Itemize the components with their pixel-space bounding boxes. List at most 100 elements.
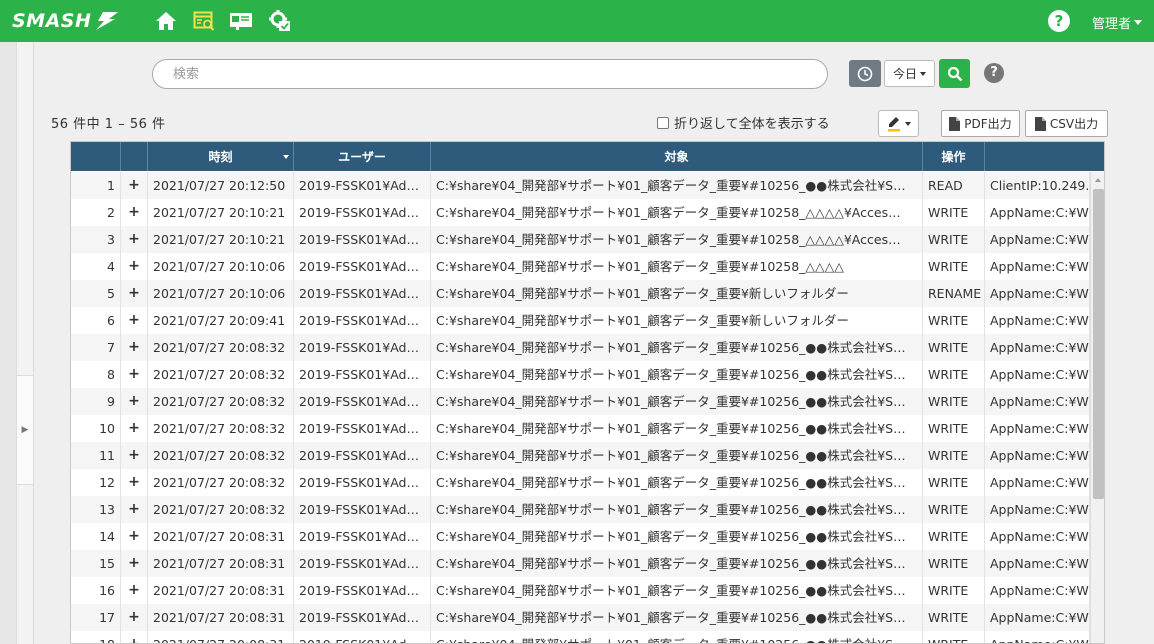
- table-row[interactable]: 3 +2021/07/27 20:10:21 2019-FSSK01¥Ad… C:¥s…: [71, 226, 1090, 253]
- id-card-icon[interactable]: [229, 9, 253, 33]
- row-number: 14: [71, 523, 121, 550]
- csv-export-button[interactable]: CSV出力: [1025, 110, 1108, 137]
- expand-row-icon[interactable]: +: [121, 469, 148, 496]
- table-row[interactable]: 13 +2021/07/27 20:08:32 2019-FSSK01¥Ad… C:¥…: [71, 496, 1090, 523]
- scroll-up-icon[interactable]: [1095, 178, 1101, 182]
- user-menu[interactable]: 管理者: [1092, 13, 1143, 32]
- sort-down-icon[interactable]: [283, 155, 289, 159]
- cell-detail: AppName:C:¥W: [985, 253, 1090, 280]
- table-row[interactable]: 5 +2021/07/27 20:10:06 2019-FSSK01¥Ad… C:¥s…: [71, 280, 1090, 307]
- table-row[interactable]: 7 +2021/07/27 20:08:32 2019-FSSK01¥Ad… C:¥s…: [71, 334, 1090, 361]
- cell-time: 2021/07/27 20:10:21: [148, 199, 294, 226]
- cell-detail: AppName:C:¥W: [985, 361, 1090, 388]
- date-range-select[interactable]: 今日: [884, 60, 935, 87]
- highlighter-icon: [887, 116, 900, 131]
- cell-operation: WRITE: [923, 199, 985, 226]
- row-number: 18: [71, 631, 121, 643]
- cell-detail: AppName:C:¥W: [985, 226, 1090, 253]
- column-header-detail[interactable]: [985, 142, 1104, 171]
- help-icon[interactable]: ?: [1048, 10, 1070, 32]
- column-header-user[interactable]: ユーザー: [294, 142, 431, 171]
- cell-time: 2021/07/27 20:10:21: [148, 226, 294, 253]
- expand-row-icon[interactable]: +: [121, 415, 148, 442]
- search-button[interactable]: [939, 59, 970, 88]
- wrap-text-label: 折り返して全体を表示する: [674, 117, 830, 132]
- cell-detail: AppName:C:¥W: [985, 496, 1090, 523]
- expand-row-icon[interactable]: +: [121, 577, 148, 604]
- table-row[interactable]: 6 +2021/07/27 20:09:41 2019-FSSK01¥Ad… C:¥s…: [71, 307, 1090, 334]
- settings-check-icon[interactable]: [268, 9, 292, 33]
- cell-target: C:¥share¥04_開発部¥サポート¥01_顧客データ_重要¥#10256_…: [431, 577, 923, 604]
- smash-logo[interactable]: SMASH: [12, 8, 119, 34]
- expand-row-icon[interactable]: +: [121, 226, 148, 253]
- cell-time: 2021/07/27 20:08:32: [148, 334, 294, 361]
- table-row[interactable]: 12 +2021/07/27 20:08:32 2019-FSSK01¥Ad… C:¥…: [71, 469, 1090, 496]
- highlight-button[interactable]: [878, 110, 919, 137]
- expand-row-icon[interactable]: +: [121, 604, 148, 631]
- table-row[interactable]: 16 +2021/07/27 20:08:31 2019-FSSK01¥Ad… C:¥…: [71, 577, 1090, 604]
- cell-detail: AppName:C:¥W: [985, 577, 1090, 604]
- expand-row-icon[interactable]: +: [121, 172, 148, 199]
- search-input[interactable]: [152, 59, 828, 89]
- cell-operation: WRITE: [923, 631, 985, 643]
- expand-row-icon[interactable]: +: [121, 442, 148, 469]
- cell-detail: AppName:C:¥W: [985, 280, 1090, 307]
- cell-time: 2021/07/27 20:08:32: [148, 469, 294, 496]
- cell-operation: WRITE: [923, 604, 985, 631]
- expand-row-icon[interactable]: +: [121, 307, 148, 334]
- expand-panel-icon[interactable]: ▶: [16, 375, 34, 485]
- table-row[interactable]: 9 +2021/07/27 20:08:32 2019-FSSK01¥Ad… C:¥s…: [71, 388, 1090, 415]
- expand-row-icon[interactable]: +: [121, 334, 148, 361]
- table-row[interactable]: 18+2021/07/27 20:08:312019-FSSK01¥Ad…C:¥…: [71, 631, 1090, 643]
- cell-user: 2019-FSSK01¥Ad…: [294, 361, 431, 388]
- expand-row-icon[interactable]: +: [121, 280, 148, 307]
- cell-operation: WRITE: [923, 550, 985, 577]
- cell-detail: AppName:C:¥W: [985, 388, 1090, 415]
- table-row[interactable]: 2 +2021/07/27 20:10:21 2019-FSSK01¥Ad… C:¥s…: [71, 199, 1090, 226]
- expand-row-icon[interactable]: +: [121, 253, 148, 280]
- left-edge: [0, 42, 16, 644]
- table-row[interactable]: 11 +2021/07/27 20:08:32 2019-FSSK01¥Ad… C:¥…: [71, 442, 1090, 469]
- table-row[interactable]: 10 +2021/07/27 20:08:32 2019-FSSK01¥Ad… C:¥…: [71, 415, 1090, 442]
- table-row[interactable]: 8 +2021/07/27 20:08:32 2019-FSSK01¥Ad… C:¥s…: [71, 361, 1090, 388]
- row-number: 10: [71, 415, 121, 442]
- column-header-time[interactable]: 時刻: [148, 142, 294, 171]
- cell-operation: WRITE: [923, 523, 985, 550]
- expand-row-icon[interactable]: +: [121, 523, 148, 550]
- expand-row-icon[interactable]: +: [121, 496, 148, 523]
- pdf-export-button[interactable]: PDF出力: [941, 110, 1020, 137]
- home-icon[interactable]: [154, 9, 178, 33]
- cell-user: 2019-FSSK01¥Ad…: [294, 226, 431, 253]
- cell-detail: AppName:C:¥W: [985, 631, 1090, 643]
- cell-user: 2019-FSSK01¥Ad…: [294, 172, 431, 199]
- search-help-icon[interactable]: ?: [984, 63, 1004, 83]
- cell-target: C:¥share¥04_開発部¥サポート¥01_顧客データ_重要¥新しいフォルダ…: [431, 280, 923, 307]
- table-row[interactable]: 17 +2021/07/27 20:08:31 2019-FSSK01¥Ad… C:¥…: [71, 604, 1090, 631]
- cell-target: C:¥share¥04_開発部¥サポート¥01_顧客データ_重要¥#10258_…: [431, 226, 923, 253]
- column-header-operation[interactable]: 操作: [923, 142, 985, 171]
- table-row[interactable]: 15 +2021/07/27 20:08:31 2019-FSSK01¥Ad… C:¥…: [71, 550, 1090, 577]
- expand-row-icon[interactable]: +: [121, 199, 148, 226]
- cell-time: 2021/07/27 20:08:31: [148, 523, 294, 550]
- expand-row-icon[interactable]: +: [121, 631, 148, 643]
- column-header-number: [71, 142, 121, 171]
- cell-operation: WRITE: [923, 307, 985, 334]
- expand-row-icon[interactable]: +: [121, 550, 148, 577]
- row-number: 4: [71, 253, 121, 280]
- column-header-target[interactable]: 対象: [431, 142, 923, 171]
- cell-detail: AppName:C:¥W: [985, 199, 1090, 226]
- table-row[interactable]: 4 +2021/07/27 20:10:06 2019-FSSK01¥Ad… C:¥s…: [71, 253, 1090, 280]
- clock-icon: [857, 66, 873, 81]
- vertical-scrollbar[interactable]: [1090, 172, 1104, 643]
- time-range-button[interactable]: [849, 60, 881, 87]
- table-row[interactable]: 14 +2021/07/27 20:08:31 2019-FSSK01¥Ad… C:¥…: [71, 523, 1090, 550]
- expand-row-icon[interactable]: +: [121, 388, 148, 415]
- wrap-text-checkbox[interactable]: 折り返して全体を表示する: [657, 113, 830, 132]
- table-row[interactable]: 1 +2021/07/27 20:12:50 2019-FSSK01¥Ad… C:¥s…: [71, 172, 1090, 199]
- cell-time: 2021/07/27 20:10:06: [148, 253, 294, 280]
- scrollbar-thumb[interactable]: [1093, 189, 1104, 499]
- date-range-value: 今日: [892, 67, 917, 81]
- log-search-icon[interactable]: [192, 9, 216, 33]
- expand-row-icon[interactable]: +: [121, 361, 148, 388]
- checkbox-box[interactable]: [657, 116, 669, 129]
